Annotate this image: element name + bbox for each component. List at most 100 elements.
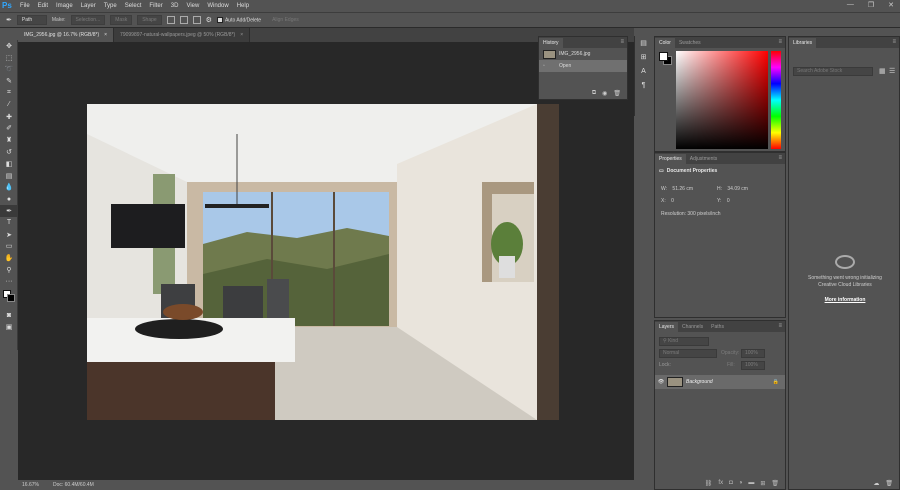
make-shape-button[interactable]: Shape — [137, 15, 162, 25]
saturation-value-picker[interactable] — [676, 51, 768, 149]
panel-menu-icon[interactable]: ≡ — [778, 155, 782, 161]
path-alignment-icon[interactable] — [179, 16, 188, 24]
y-field[interactable]: Y: 0 — [717, 198, 730, 204]
eraser-tool-icon[interactable]: ◧ — [0, 158, 18, 170]
menu-3d[interactable]: 3D — [171, 3, 179, 9]
hand-tool-icon[interactable]: ✋ — [0, 252, 18, 264]
restore-button[interactable]: ❐ — [868, 1, 874, 9]
align-edges-checkbox[interactable]: Align Edges — [272, 17, 299, 23]
tab-document-2[interactable]: 79099897-natural-wallpapers.jpeg @ 50% (… — [114, 28, 251, 42]
gear-icon[interactable]: ⚙ — [206, 16, 212, 24]
layer-filter-select[interactable]: ⚲ Kind — [659, 337, 709, 346]
path-arrangement-icon[interactable] — [192, 16, 201, 24]
document-image[interactable] — [87, 104, 559, 420]
foreground-color-swatch[interactable] — [659, 52, 668, 61]
zoom-level[interactable]: 16.67% — [22, 482, 39, 488]
menu-filter[interactable]: Filter — [149, 3, 162, 9]
close-icon[interactable]: × — [104, 32, 107, 38]
properties-icon[interactable]: ⊞ — [635, 50, 652, 64]
pen-tool-icon[interactable]: ✒ — [0, 205, 18, 217]
link-layers-icon[interactable]: ⛓ — [705, 480, 713, 487]
panel-menu-icon[interactable]: ≡ — [620, 39, 624, 45]
library-search-input[interactable]: Search Adobe Stock — [793, 67, 873, 76]
blend-mode-select[interactable]: Normal — [659, 349, 717, 358]
path-operations-icon[interactable] — [166, 16, 175, 24]
layer-row-background[interactable]: 👁 Background 🔒 — [655, 375, 785, 389]
character-icon[interactable]: A — [635, 64, 652, 78]
new-layer-icon[interactable]: ⊞ — [760, 480, 765, 487]
tab-swatches[interactable]: Swatches — [675, 38, 705, 48]
tab-channels[interactable]: Channels — [678, 322, 707, 332]
trash-icon[interactable]: 🗑 — [613, 90, 621, 97]
panel-menu-icon[interactable]: ≡ — [778, 323, 782, 329]
gradient-tool-icon[interactable]: ▤ — [0, 170, 18, 182]
menu-layer[interactable]: Layer — [81, 3, 96, 9]
tab-paths[interactable]: Paths — [707, 322, 728, 332]
crop-tool-icon[interactable]: ⌗ — [0, 87, 18, 99]
width-field[interactable]: W: 51.26 cm — [661, 186, 693, 192]
background-color[interactable] — [7, 293, 15, 302]
marquee-tool-icon[interactable]: ⬚ — [0, 52, 18, 64]
blur-tool-icon[interactable]: 💧 — [0, 182, 18, 194]
history-brush-tool-icon[interactable]: ↺ — [0, 146, 18, 158]
history-icon[interactable]: ▤ — [635, 36, 652, 50]
trash-icon[interactable]: 🗑 — [771, 480, 779, 487]
menu-view[interactable]: View — [186, 3, 199, 9]
tab-layers[interactable]: Layers — [655, 322, 679, 332]
healing-brush-tool-icon[interactable]: ✚ — [0, 111, 18, 123]
zoom-tool-icon[interactable]: ⚲ — [0, 264, 18, 276]
clone-stamp-tool-icon[interactable]: ♜ — [0, 134, 18, 146]
path-select-tool-icon[interactable]: ➤ — [0, 229, 18, 241]
menu-help[interactable]: Help — [237, 3, 249, 9]
tab-history[interactable]: History — [539, 38, 563, 48]
tool-mode-select[interactable]: Path — [16, 15, 47, 25]
new-document-from-state-icon[interactable]: ⧉ — [592, 90, 596, 97]
more-information-link[interactable]: More information — [793, 297, 897, 303]
brush-tool-icon[interactable]: ✐ — [0, 123, 18, 135]
auto-add-delete-checkbox[interactable]: Auto Add/Delete — [216, 16, 261, 23]
tab-properties[interactable]: Properties — [655, 154, 686, 164]
list-view-icon[interactable]: ☰ — [889, 67, 895, 75]
eye-icon[interactable]: 👁 — [655, 379, 667, 385]
cloud-sync-icon[interactable]: ☁ — [873, 480, 879, 487]
color-swatches[interactable] — [0, 288, 18, 310]
more-tools-icon[interactable]: ··· — [0, 276, 18, 288]
tab-adjustments[interactable]: Adjustments — [686, 154, 722, 164]
history-snapshot[interactable]: IMG_2956.jpg — [539, 48, 627, 60]
hue-slider[interactable] — [771, 51, 781, 149]
menu-image[interactable]: Image — [56, 3, 73, 9]
panel-menu-icon[interactable]: ≡ — [778, 39, 782, 45]
menu-select[interactable]: Select — [125, 3, 142, 9]
pen-tool-icon[interactable]: ✒ — [6, 16, 12, 24]
new-group-icon[interactable]: ▬ — [748, 480, 754, 486]
trash-icon[interactable]: 🗑 — [885, 480, 893, 487]
menu-type[interactable]: Type — [104, 3, 117, 9]
make-selection-button[interactable]: Selection... — [70, 15, 106, 25]
lock-icon[interactable]: 🔒 — [773, 379, 779, 385]
height-field[interactable]: H: 34.09 cm — [717, 186, 748, 192]
quick-mask-icon[interactable]: ◙ — [0, 310, 18, 322]
quick-select-tool-icon[interactable]: ✎ — [0, 75, 18, 87]
minimize-button[interactable]: — — [847, 1, 854, 9]
camera-icon[interactable]: ◉ — [602, 90, 607, 97]
move-tool-icon[interactable]: ✥ — [0, 40, 18, 52]
eyedropper-tool-icon[interactable]: ⁄ — [0, 99, 18, 111]
add-mask-icon[interactable]: ◘ — [729, 480, 733, 486]
menu-file[interactable]: File — [20, 3, 30, 9]
tab-color[interactable]: Color — [655, 38, 675, 48]
lasso-tool-icon[interactable]: ➰ — [0, 64, 18, 76]
menu-edit[interactable]: Edit — [38, 3, 48, 9]
fx-icon[interactable]: fx — [718, 480, 723, 486]
menu-window[interactable]: Window — [207, 3, 228, 9]
x-field[interactable]: X: 0 — [661, 198, 674, 204]
tab-document-1[interactable]: IMG_2956.jpg @ 16.7% (RGB/8*) × — [18, 28, 115, 42]
dodge-tool-icon[interactable]: ● — [0, 193, 18, 205]
panel-menu-icon[interactable]: ≡ — [892, 39, 896, 45]
make-mask-button[interactable]: Mask — [110, 15, 133, 25]
close-button[interactable]: ✕ — [888, 1, 894, 9]
opacity-field[interactable]: 100% — [741, 349, 765, 358]
grid-view-icon[interactable]: ▦ — [879, 67, 886, 75]
screen-mode-icon[interactable]: ▣ — [0, 322, 18, 334]
rectangle-tool-icon[interactable]: ▭ — [0, 241, 18, 253]
paragraph-icon[interactable]: ¶ — [635, 78, 652, 92]
